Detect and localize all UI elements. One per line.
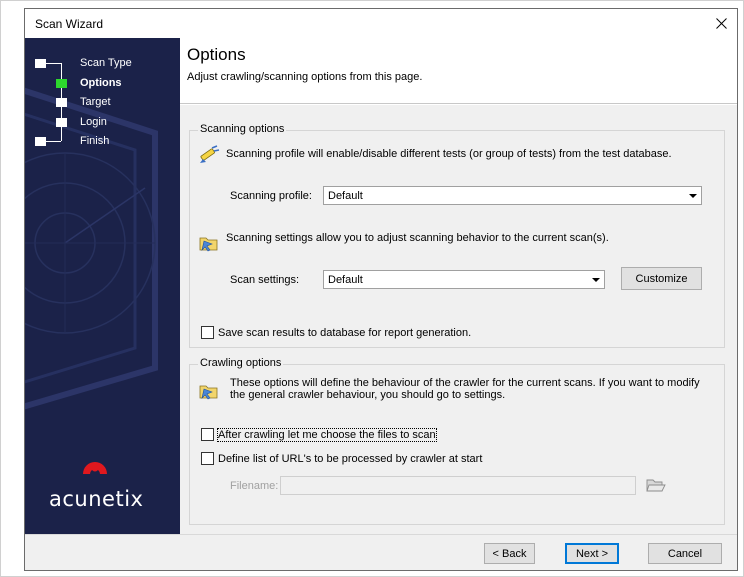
checkbox-label: Define list of URL's to be processed by … (218, 452, 483, 465)
step-label: Finish (80, 135, 110, 147)
scanning-options-group: Scanning options Scanning profile will e… (189, 123, 725, 348)
open-folder-icon[interactable] (645, 474, 667, 496)
group-title: Scanning options (198, 123, 287, 135)
scan-settings-icon (199, 237, 218, 252)
crawling-description-line2: the general crawler behaviour, you shoul… (230, 389, 506, 401)
scan-settings-select[interactable]: Default (323, 270, 605, 289)
acunetix-logo-icon (83, 462, 107, 474)
window-title: Scan Wizard (35, 17, 104, 31)
scanning-profile-select[interactable]: Default (323, 186, 702, 205)
close-icon (715, 18, 727, 29)
page-header: Options Adjust crawling/scanning options… (180, 38, 737, 104)
choose-files-checkbox[interactable] (201, 428, 214, 441)
select-value: Default (328, 190, 363, 202)
step-label: Scan Type (80, 57, 132, 69)
step-marker (35, 137, 46, 146)
settings-description: Scanning settings allow you to adjust sc… (226, 232, 609, 244)
chevron-down-icon (592, 278, 600, 282)
crawling-options-group: Crawling options These options will defi… (189, 357, 725, 525)
brand-name: acunetix (49, 487, 144, 511)
choose-files-checkbox-row[interactable]: After crawling let me choose the files t… (201, 427, 437, 442)
page-title: Options (187, 45, 246, 64)
settings-label: Scan settings: (230, 274, 300, 286)
save-results-checkbox-row[interactable]: Save scan results to database for report… (201, 326, 471, 339)
chevron-down-icon (689, 194, 697, 198)
step-label: Login (80, 116, 107, 128)
checkbox-label: After crawling let me choose the files t… (217, 427, 437, 442)
profile-label: Scanning profile: (230, 190, 312, 202)
group-title: Crawling options (198, 357, 284, 369)
step-marker (56, 98, 67, 107)
profile-description: Scanning profile will enable/disable dif… (226, 148, 672, 160)
crawler-settings-icon (199, 385, 218, 400)
scan-wizard-dialog: Scan Wizard Scan Type Options Target Log… (24, 8, 738, 571)
cancel-button[interactable]: Cancel (648, 543, 722, 564)
step-label: Target (80, 96, 111, 108)
define-list-checkbox-row[interactable]: Define list of URL's to be processed by … (201, 452, 482, 465)
save-results-checkbox[interactable] (201, 326, 214, 339)
select-value: Default (328, 274, 363, 286)
step-label: Options (80, 77, 122, 89)
filename-input[interactable] (280, 476, 636, 495)
checkbox-label: Save scan results to database for report… (218, 326, 472, 339)
scanning-profile-icon (200, 145, 220, 163)
options-content: Scanning options Scanning profile will e… (180, 105, 737, 534)
wizard-sidebar: Scan Type Options Target Login Finish ac… (25, 38, 180, 534)
back-button[interactable]: < Back (484, 543, 535, 564)
step-marker (56, 118, 67, 127)
step-marker (35, 59, 46, 68)
filename-label: Filename: (230, 480, 279, 492)
close-button[interactable] (705, 9, 737, 38)
customize-button[interactable]: Customize (621, 267, 702, 290)
steps-connector-top (46, 63, 61, 64)
page-subtitle: Adjust crawling/scanning options from th… (187, 71, 423, 83)
title-bar: Scan Wizard (25, 9, 737, 38)
steps-connector-bottom (46, 141, 61, 142)
next-button[interactable]: Next > (565, 543, 619, 564)
define-list-checkbox[interactable] (201, 452, 214, 465)
wizard-footer: < Back Next > Cancel (25, 534, 737, 570)
step-marker-active (56, 79, 67, 88)
